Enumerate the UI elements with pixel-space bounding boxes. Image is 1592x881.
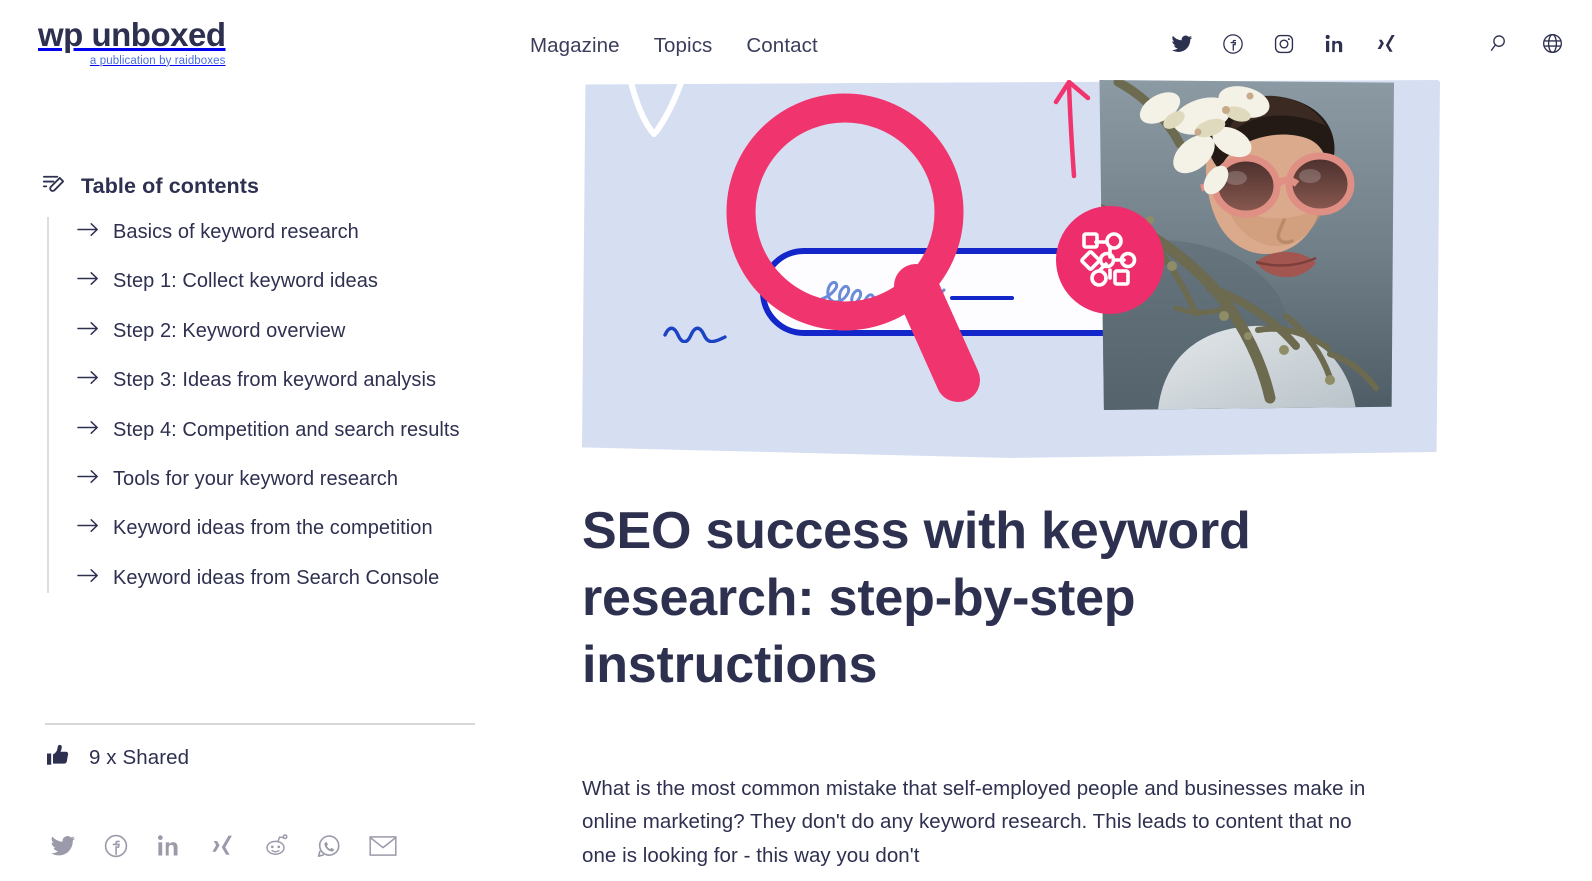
article-main: SEO success with keyword research: step-…	[520, 0, 1592, 881]
toc-link[interactable]: Keyword ideas from Search Console	[113, 563, 439, 593]
article-lede: What is the most common mistake that sel…	[582, 777, 1366, 867]
thumbs-up-icon	[45, 742, 73, 773]
magnifying-glass-graphic	[712, 84, 992, 429]
toc-item[interactable]: Keyword ideas from the competition	[49, 513, 487, 543]
share-whatsapp-icon[interactable]	[316, 833, 342, 859]
toc-item[interactable]: Step 4: Competition and search results	[49, 415, 487, 445]
toc-list: Basics of keyword research Step 1: Colle…	[47, 217, 487, 594]
share-xing-icon[interactable]	[209, 833, 235, 859]
hero-illustration	[582, 80, 1440, 458]
share-linkedin-icon[interactable]	[156, 833, 182, 859]
toc-title: Table of contents	[81, 173, 260, 198]
share-facebook-icon[interactable]	[103, 833, 129, 859]
arrow-right-icon	[77, 518, 99, 538]
arrow-right-icon	[77, 420, 99, 440]
page-title: SEO success with keyword research: step-…	[582, 502, 1251, 695]
share-button-bar	[50, 832, 397, 859]
toc-item[interactable]: Tools for your keyword research	[49, 464, 487, 494]
share-twitter-icon[interactable]	[50, 833, 76, 859]
site-logo[interactable]: wp unboxed a publication by raidboxes	[38, 16, 226, 67]
article-sidebar: Table of contents Basics of keyword rese…	[0, 92, 520, 881]
arrow-right-icon	[77, 222, 99, 242]
toc-item[interactable]: Keyword ideas from Search Console	[49, 563, 487, 593]
share-count: 9 x Shared	[45, 742, 189, 773]
toc-link[interactable]: Step 1: Collect keyword ideas	[113, 266, 378, 296]
toc-item[interactable]: Step 3: Ideas from keyword analysis	[49, 365, 487, 395]
toc-link[interactable]: Keyword ideas from the competition	[113, 513, 433, 543]
share-reddit-icon[interactable]	[262, 832, 289, 859]
toc-link[interactable]: Basics of keyword research	[113, 217, 359, 247]
toc-item[interactable]: Step 2: Keyword overview	[49, 316, 487, 346]
table-of-contents-icon	[40, 170, 67, 202]
share-email-icon[interactable]	[369, 834, 397, 858]
toc-item[interactable]: Step 1: Collect keyword ideas	[49, 266, 487, 296]
share-count-label: 9 x Shared	[89, 745, 190, 769]
doodle-v-icon	[620, 80, 704, 173]
toc-link[interactable]: Tools for your keyword research	[113, 464, 398, 494]
arrow-right-icon	[77, 469, 99, 489]
pink-arrow-icon	[1050, 80, 1094, 185]
arrow-right-icon	[77, 370, 99, 390]
toc-header: Table of contents	[40, 170, 259, 202]
toc-link[interactable]: Step 4: Competition and search results	[113, 415, 460, 445]
arrow-right-icon	[77, 568, 99, 588]
brand-tagline: a publication by raidboxes	[89, 54, 226, 67]
network-node-badge-icon	[1056, 206, 1164, 314]
brand-name: wp unboxed	[38, 16, 226, 53]
arrow-right-icon	[77, 321, 99, 341]
toc-item[interactable]: Basics of keyword research	[49, 217, 487, 247]
toc-link[interactable]: Step 3: Ideas from keyword analysis	[113, 365, 436, 395]
toc-link[interactable]: Step 2: Keyword overview	[113, 316, 345, 346]
arrow-right-icon	[77, 271, 99, 291]
sidebar-divider	[45, 723, 475, 725]
